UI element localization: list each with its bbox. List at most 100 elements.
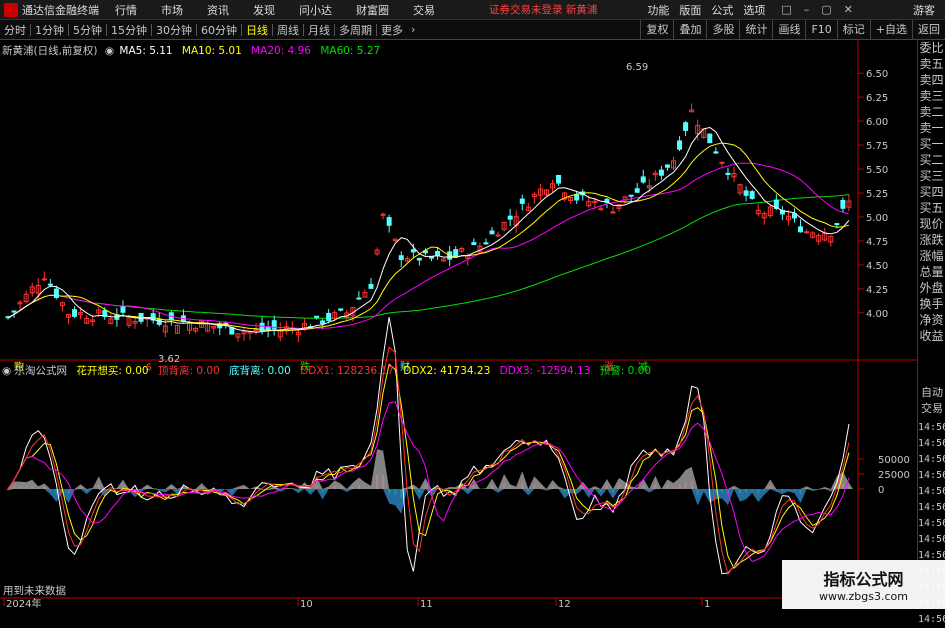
menu-ask[interactable]: 问小达 xyxy=(299,2,332,18)
side-item[interactable]: 卖三 xyxy=(918,88,945,104)
period-30min[interactable]: 30分钟 xyxy=(152,22,196,38)
period-more[interactable]: 更多 xyxy=(377,22,407,38)
ma20-label: MA20: 4.96 xyxy=(251,45,311,57)
side-item[interactable]: 涨幅 xyxy=(918,248,945,264)
menu-news[interactable]: 资讯 xyxy=(207,2,229,18)
legend-warning: 预警: 0.00 xyxy=(600,365,651,377)
trade-time: 14:56 xyxy=(918,500,945,516)
menu-markets[interactable]: 市场 xyxy=(161,2,183,18)
legend-bottom-divergence: 底背离: 0.00 xyxy=(229,365,291,377)
side-item[interactable]: 买一 xyxy=(918,136,945,152)
side-item[interactable]: 买五 xyxy=(918,200,945,216)
x-axis-label: 11 xyxy=(420,599,433,609)
side-item[interactable]: 涨跌 xyxy=(918,232,945,248)
candle-body xyxy=(708,134,712,143)
candle-body xyxy=(369,284,373,288)
period-60min[interactable]: 60分钟 xyxy=(197,22,241,38)
overlay-button[interactable]: 叠加 xyxy=(673,20,706,40)
candle-body xyxy=(73,310,77,317)
candle-body xyxy=(381,214,385,215)
watermark: 指标公式网 www.zbgs3.com xyxy=(782,560,945,609)
side-item[interactable]: 收益 xyxy=(918,328,945,344)
menu-options[interactable]: 选项 xyxy=(743,2,765,18)
settings-icon[interactable]: ◉ xyxy=(2,365,11,377)
adjust-button[interactable]: 复权 xyxy=(640,20,673,40)
trade-time: 14:56 xyxy=(918,484,945,500)
period-5min[interactable]: 5分钟 xyxy=(69,22,106,38)
ma10-label: MA10: 5.01 xyxy=(182,45,242,57)
side-item[interactable]: 总量 xyxy=(918,264,945,280)
side-item[interactable]: 卖一 xyxy=(918,120,945,136)
f10-button[interactable]: F10 xyxy=(805,20,836,40)
candle-body xyxy=(54,289,58,297)
quote-side-panel: 委比卖五卖四卖三卖二卖一买一买二买三买四买五现价涨跌涨幅总量外盘换手净资收益 自… xyxy=(917,40,945,609)
period-monthly[interactable]: 月线 xyxy=(304,22,334,38)
menu-wealth[interactable]: 财富圈 xyxy=(356,2,389,18)
candle-body xyxy=(641,177,645,182)
side-item[interactable]: 外盘 xyxy=(918,280,945,296)
watermark-url: www.zbgs3.com xyxy=(819,590,908,603)
candle-body xyxy=(490,231,494,234)
chevron-right-icon[interactable]: › xyxy=(407,23,419,36)
trade-time: 14:56 xyxy=(918,612,945,628)
legend-buy: 花开想买: 0.00 xyxy=(76,365,148,377)
ddx3-line xyxy=(8,402,849,562)
candle-body xyxy=(750,192,754,199)
candle-body xyxy=(611,212,615,213)
back-button[interactable]: 返回 xyxy=(912,20,945,40)
menu-trade[interactable]: 交易 xyxy=(413,2,435,18)
side-sub-item[interactable]: 自动 xyxy=(918,385,945,401)
candle-body xyxy=(430,257,434,258)
app-logo-icon xyxy=(4,3,18,17)
menu-discover[interactable]: 发现 xyxy=(253,2,275,18)
side-item[interactable]: 卖五 xyxy=(918,56,945,72)
period-1min[interactable]: 1分钟 xyxy=(31,22,68,38)
multi-stock-button[interactable]: 多股 xyxy=(706,20,739,40)
add-watchlist-button[interactable]: +自选 xyxy=(870,20,912,40)
stats-button[interactable]: 统计 xyxy=(739,20,772,40)
period-tick[interactable]: 分时 xyxy=(0,22,30,38)
restore-icon[interactable]: □ xyxy=(781,3,791,16)
period-weekly[interactable]: 周线 xyxy=(273,22,303,38)
menu-layout[interactable]: 版面 xyxy=(679,2,701,18)
x-axis-label: 2024年 xyxy=(6,597,41,609)
minimize-icon[interactable]: – xyxy=(804,3,810,16)
period-daily[interactable]: 日线 xyxy=(242,22,272,38)
side-sub-item[interactable]: 交易 xyxy=(918,401,945,417)
chart-area[interactable]: 50000250000 6.506.256.005.755.505.255.00… xyxy=(0,40,917,609)
candle-body xyxy=(714,152,718,153)
side-item[interactable]: 卖四 xyxy=(918,72,945,88)
price-tick-label: 5.00 xyxy=(866,213,888,224)
candle-body xyxy=(484,243,488,244)
close-icon[interactable]: ✕ xyxy=(844,3,853,16)
side-item[interactable]: 卖二 xyxy=(918,104,945,120)
side-item[interactable]: 净资 xyxy=(918,312,945,328)
period-15min[interactable]: 15分钟 xyxy=(107,22,151,38)
menu-function[interactable]: 功能 xyxy=(647,2,669,18)
draw-line-button[interactable]: 画线 xyxy=(772,20,805,40)
menu-formula[interactable]: 公式 xyxy=(711,2,733,18)
side-item[interactable]: 委比 xyxy=(918,40,945,56)
kline-chart[interactable]: 50000250000 6.506.256.005.755.505.255.00… xyxy=(0,40,917,609)
trade-time: 14:56 xyxy=(918,516,945,532)
sub-tick-label: 50000 xyxy=(878,455,910,466)
mark-button[interactable]: 标记 xyxy=(837,20,870,40)
side-item[interactable]: 换手 xyxy=(918,296,945,312)
price-tick-label: 6.00 xyxy=(866,117,888,128)
side-item[interactable]: 买三 xyxy=(918,168,945,184)
guest-user[interactable]: 游客 xyxy=(913,2,935,18)
ma5-label: MA5: 5.11 xyxy=(119,45,172,57)
watermark-title: 指标公式网 xyxy=(823,566,903,590)
period-multi[interactable]: 多周期 xyxy=(335,22,376,38)
ma20-line xyxy=(8,163,849,329)
candle-body xyxy=(387,218,391,226)
candle-body xyxy=(841,200,845,208)
settings-icon[interactable]: ◉ xyxy=(105,45,114,57)
menu-market[interactable]: 行情 xyxy=(115,2,137,18)
side-item[interactable]: 现价 xyxy=(918,216,945,232)
side-item[interactable]: 买二 xyxy=(918,152,945,168)
menubar: 通达信金融终端 行情 市场 资讯 发现 问小达 财富圈 交易 证券交易未登录 新… xyxy=(0,0,945,20)
maximize-icon[interactable]: ▢ xyxy=(821,3,831,16)
side-item[interactable]: 买四 xyxy=(918,184,945,200)
trade-time: 14:56 xyxy=(918,532,945,548)
